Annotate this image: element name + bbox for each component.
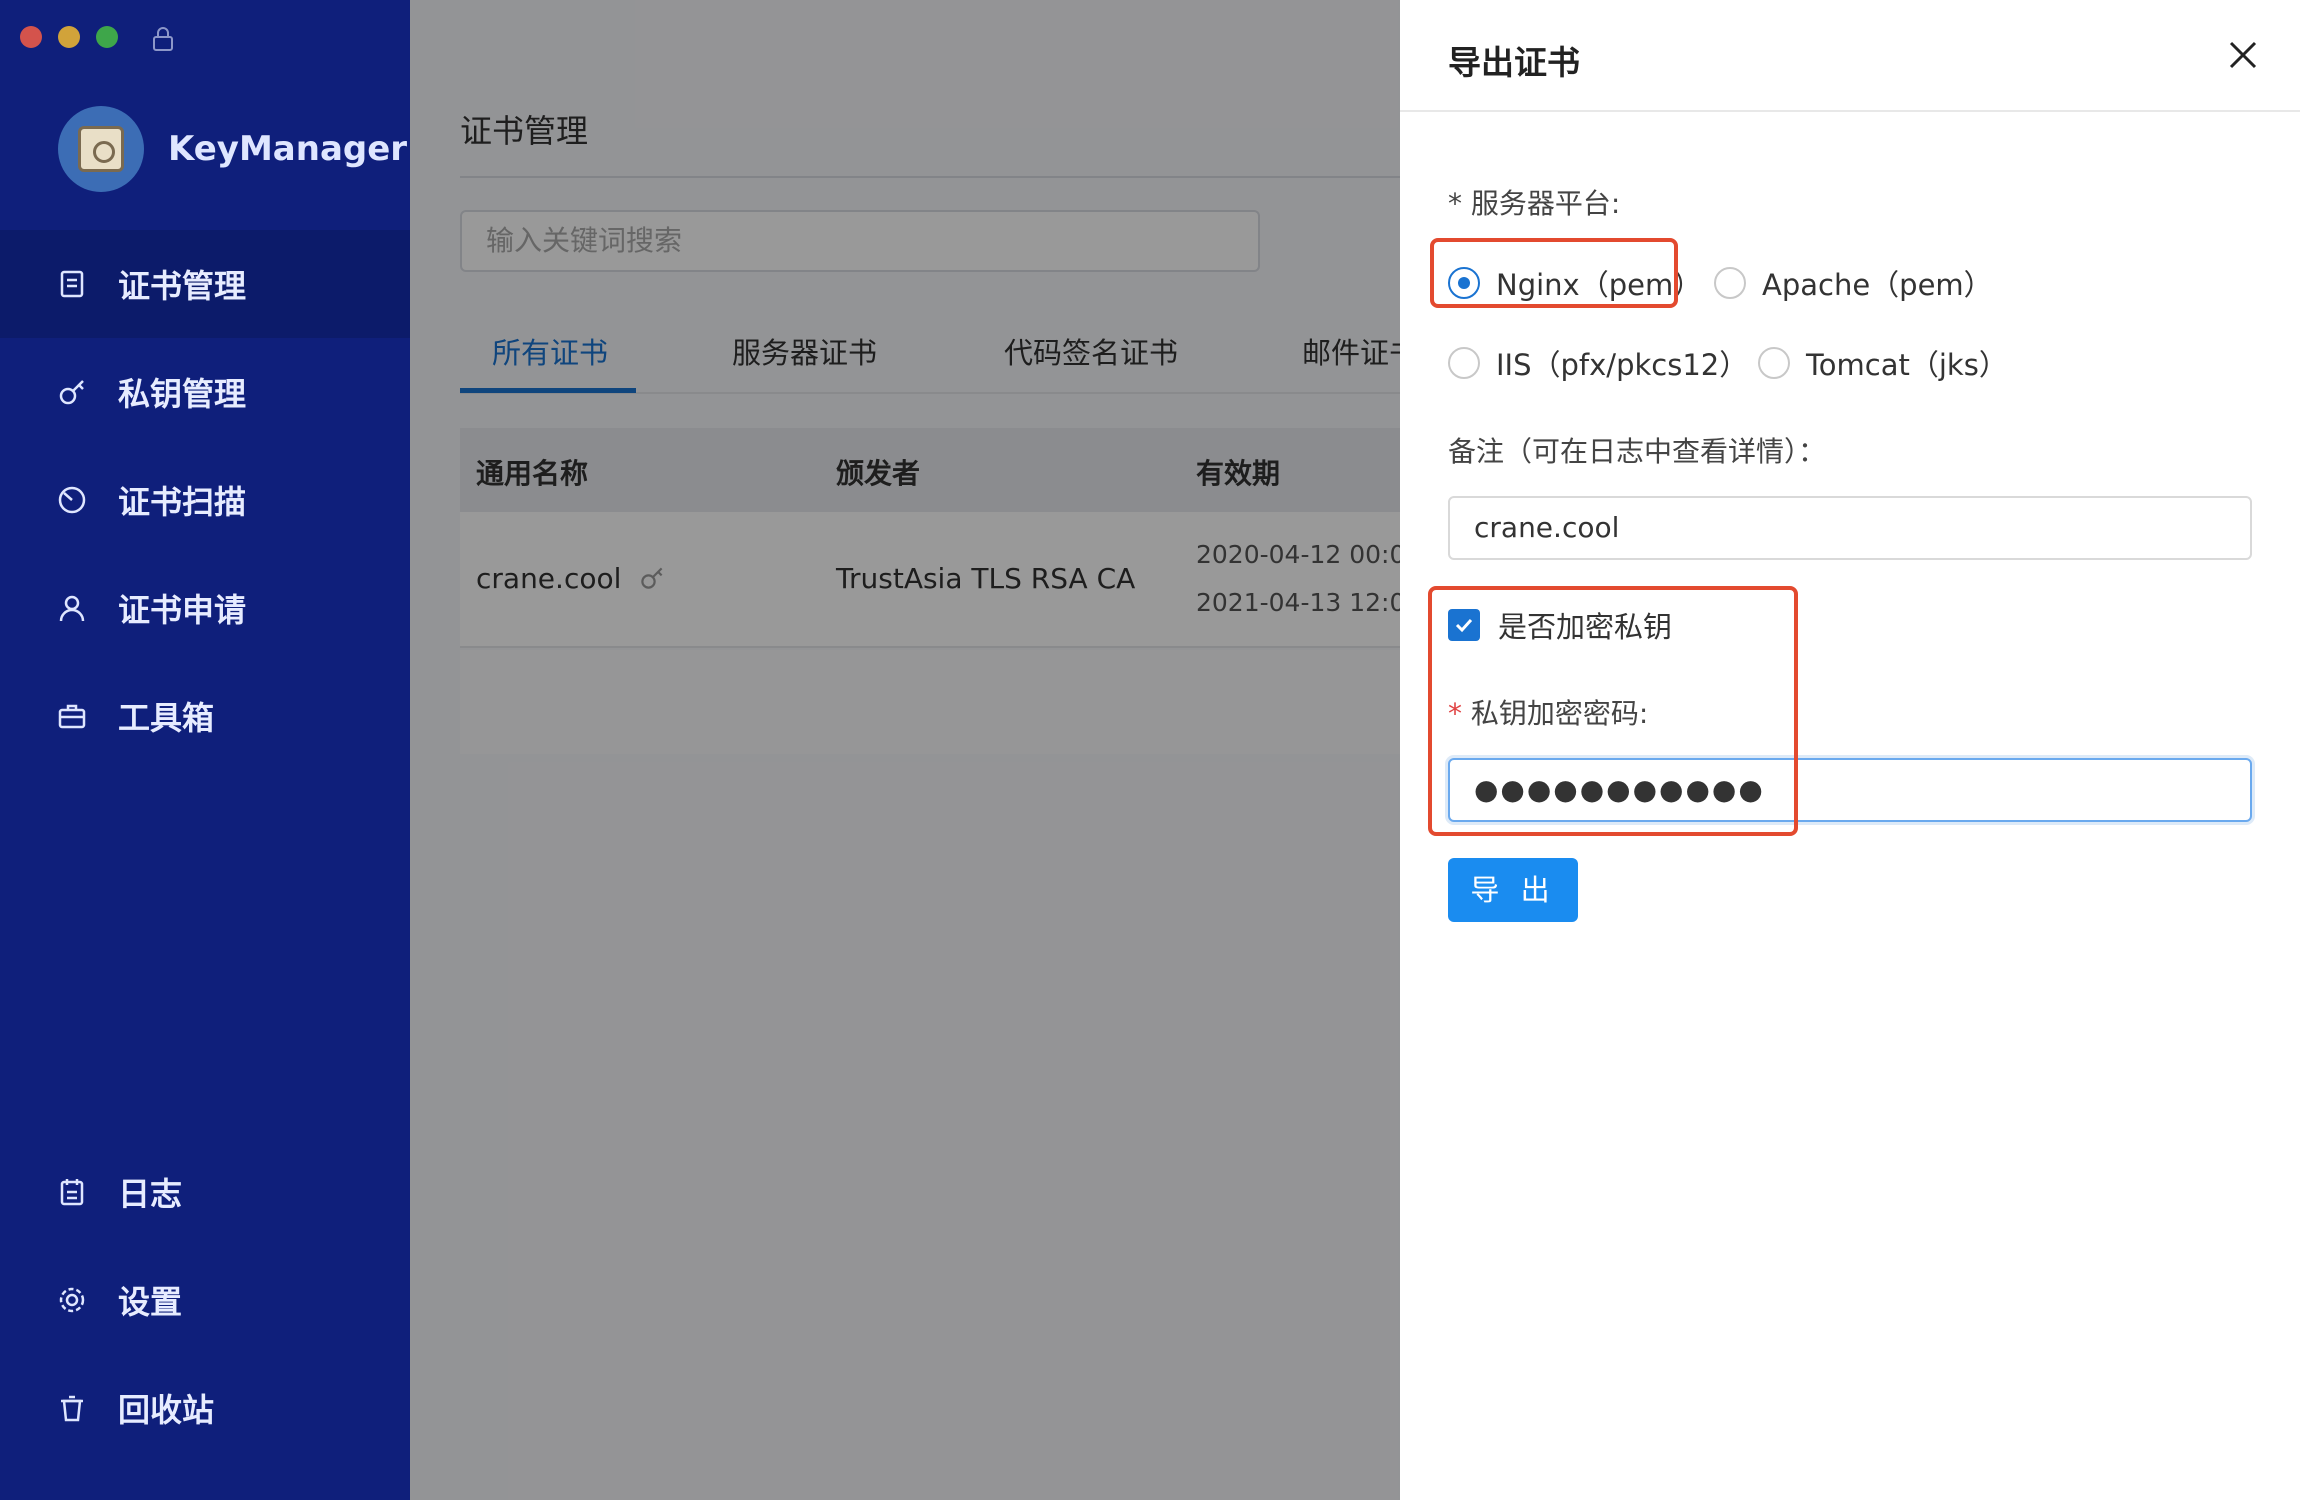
close-window-button[interactable] bbox=[20, 26, 42, 48]
sidebar-item-label: 私钥管理 bbox=[118, 375, 247, 413]
radio-apache-pem[interactable]: Apache（pem） bbox=[1714, 262, 1993, 304]
sidebar-item-label: 证书管理 bbox=[118, 267, 247, 305]
radio-circle bbox=[1714, 267, 1746, 299]
sidebar-item-private-keys[interactable]: 私钥管理 bbox=[0, 338, 410, 446]
safe-logo-icon bbox=[58, 106, 144, 192]
scan-icon bbox=[58, 486, 86, 514]
sidebar-item-apply[interactable]: 证书申请 bbox=[0, 554, 410, 662]
brand: KeyManager bbox=[58, 106, 407, 192]
sidebar-item-label: 证书申请 bbox=[118, 591, 247, 629]
sidebar: KeyManager 证书管理 私钥管理 证书扫描 证书申请 工具箱 日志 设置… bbox=[0, 0, 410, 1500]
platform-label: * 服务器平台: bbox=[1448, 187, 1621, 220]
export-certificate-drawer: 导出证书 * 服务器平台: Nginx（pem） Apache（pem） IIS… bbox=[1400, 0, 2300, 1500]
user-icon bbox=[59, 595, 85, 622]
sidebar-item-label: 回收站 bbox=[118, 1391, 215, 1429]
certificate-icon bbox=[60, 270, 84, 298]
drawer-header: 导出证书 bbox=[1400, 0, 2300, 112]
sidebar-item-certificates[interactable]: 证书管理 bbox=[0, 230, 410, 338]
radio-label: Tomcat（jks） bbox=[1806, 348, 2008, 382]
annotation-highlight-encryption bbox=[1428, 586, 1798, 836]
sidebar-bottom-nav: 日志 设置 回收站 bbox=[0, 1138, 410, 1462]
sidebar-item-label: 证书扫描 bbox=[118, 483, 247, 521]
radio-label: IIS（pfx/pkcs12） bbox=[1496, 348, 1749, 382]
toolbox-icon bbox=[58, 704, 86, 729]
minimize-window-button[interactable] bbox=[58, 26, 80, 48]
radio-label: Apache（pem） bbox=[1762, 268, 1993, 302]
note-input[interactable]: crane.cool bbox=[1448, 496, 2252, 560]
trash-icon bbox=[61, 1395, 83, 1422]
sidebar-item-label: 工具箱 bbox=[118, 699, 215, 737]
note-label: 备注（可在日志中查看详情）： bbox=[1448, 435, 1827, 468]
gear-icon bbox=[59, 1287, 85, 1313]
annotation-highlight-platform bbox=[1430, 238, 1678, 308]
app-name: KeyManager bbox=[168, 129, 408, 169]
sidebar-nav: 证书管理 私钥管理 证书扫描 证书申请 工具箱 bbox=[0, 230, 410, 770]
zoom-window-button[interactable] bbox=[96, 26, 118, 48]
sidebar-item-settings[interactable]: 设置 bbox=[0, 1246, 410, 1354]
window-controls bbox=[20, 26, 118, 48]
key-icon bbox=[59, 380, 84, 405]
sidebar-item-logs[interactable]: 日志 bbox=[0, 1138, 410, 1246]
radio-circle bbox=[1448, 347, 1480, 379]
radio-tomcat-jks[interactable]: Tomcat（jks） bbox=[1758, 342, 2008, 384]
sidebar-item-toolbox[interactable]: 工具箱 bbox=[0, 662, 410, 770]
radio-circle bbox=[1758, 347, 1790, 379]
sidebar-item-label: 日志 bbox=[118, 1175, 183, 1213]
export-button[interactable]: 导 出 bbox=[1448, 858, 1578, 922]
drawer-title: 导出证书 bbox=[1448, 43, 1580, 82]
sidebar-item-trash[interactable]: 回收站 bbox=[0, 1354, 410, 1462]
radio-iis-pfx[interactable]: IIS（pfx/pkcs12） bbox=[1448, 342, 1748, 384]
sidebar-item-label: 设置 bbox=[118, 1283, 183, 1321]
close-icon[interactable] bbox=[2226, 38, 2260, 72]
lock-icon[interactable] bbox=[152, 26, 174, 52]
sidebar-item-scan[interactable]: 证书扫描 bbox=[0, 446, 410, 554]
log-icon bbox=[60, 1179, 84, 1206]
